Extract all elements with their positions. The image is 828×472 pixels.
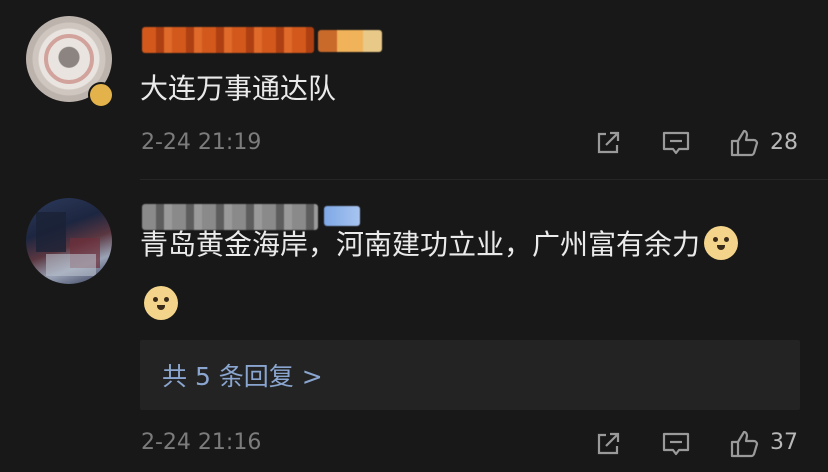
comment-text: 青岛黄金海岸，河南建功立业，广州富有余力	[140, 222, 739, 268]
avatar[interactable]	[26, 198, 112, 284]
comment-text-content: 青岛黄金海岸，河南建功立业，广州富有余力	[140, 228, 701, 261]
comment-item: 青岛黄金海岸，河南建功立业，广州富有余力 共 5 条回复 > 2-24 21:1…	[0, 180, 828, 472]
like-count: 28	[770, 130, 798, 155]
share-icon[interactable]	[592, 127, 624, 159]
thumbs-up-icon[interactable]	[728, 428, 760, 460]
comment-icon[interactable]	[660, 428, 692, 460]
like-count: 37	[770, 430, 798, 455]
replies-label: 共 5 条回复 >	[162, 362, 323, 391]
doge-emoji	[704, 226, 739, 260]
comment-timestamp: 2-24 21:16	[141, 430, 262, 455]
verified-badge-icon	[88, 82, 114, 108]
comment-item: 大连万事通达队 2-24 21:19 28	[0, 0, 828, 180]
comment-text: 大连万事通达队	[140, 72, 337, 105]
user-level-badge	[318, 30, 382, 52]
doge-emoji	[144, 286, 178, 320]
username-blurred[interactable]	[142, 27, 314, 53]
comment-icon[interactable]	[660, 127, 692, 159]
comment-timestamp: 2-24 21:19	[141, 130, 262, 155]
view-replies-button[interactable]: 共 5 条回复 >	[140, 340, 800, 410]
thumbs-up-icon[interactable]	[728, 127, 760, 159]
share-icon[interactable]	[592, 428, 624, 460]
